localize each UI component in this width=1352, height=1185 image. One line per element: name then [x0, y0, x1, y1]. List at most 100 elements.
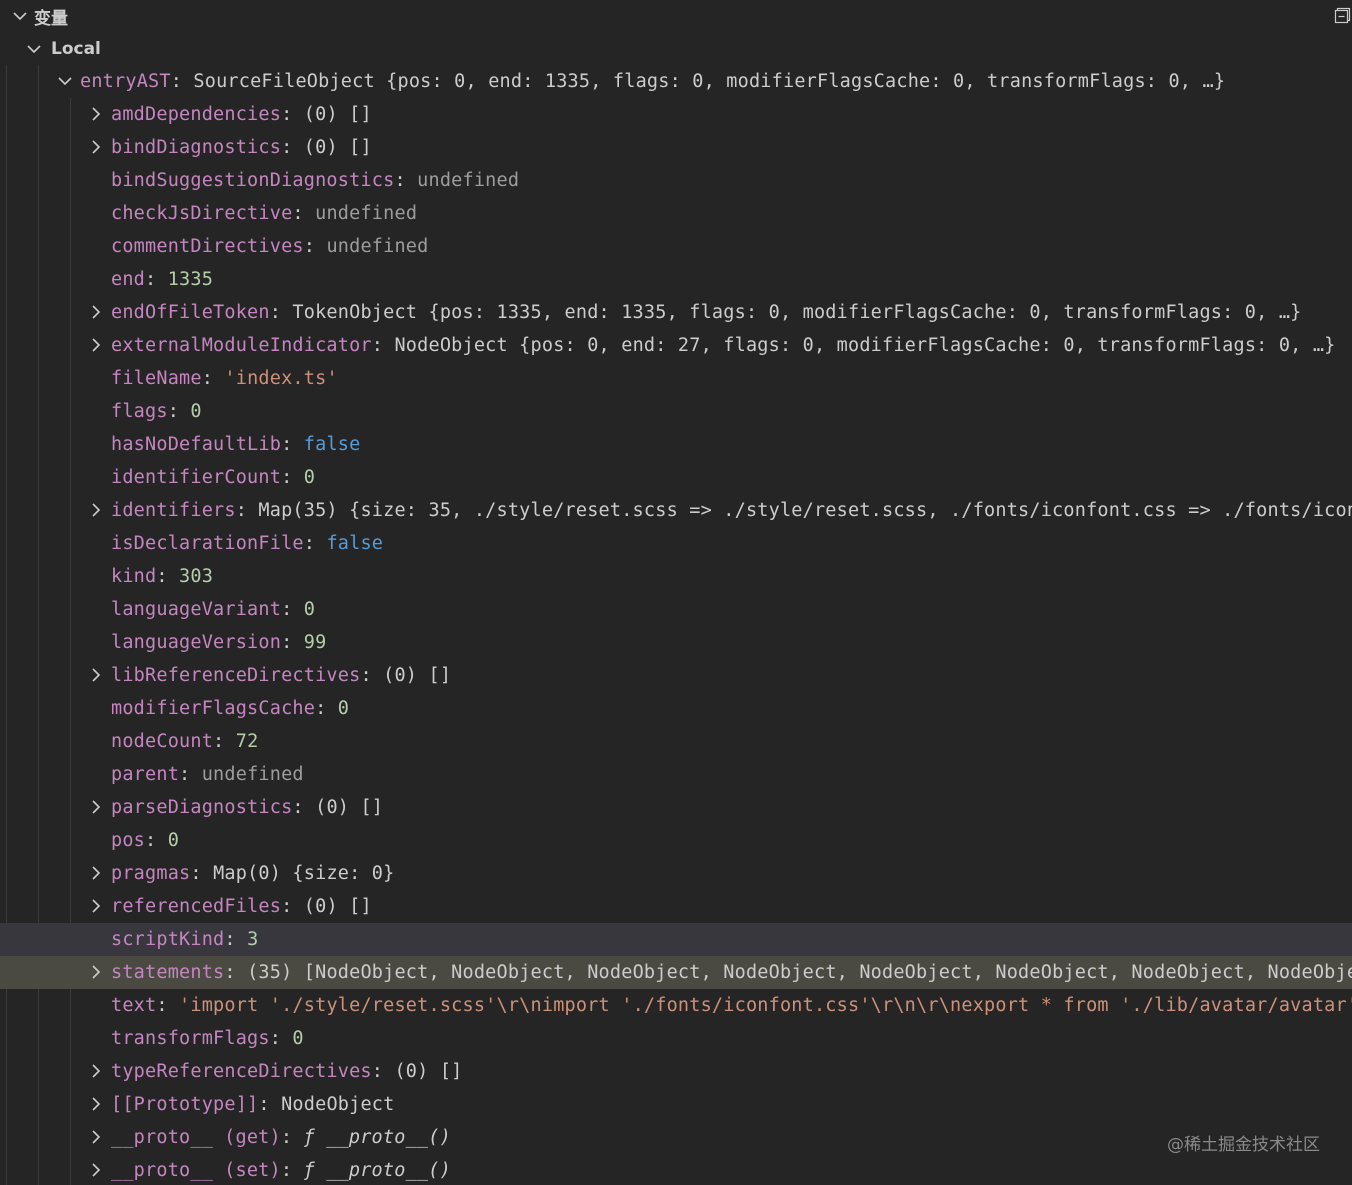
- variables-section-header[interactable]: 变量: [0, 0, 1352, 32]
- variable-name: endOfFileToken: [111, 302, 270, 323]
- tree-row[interactable]: typeReferenceDirectives: (0) []: [0, 1055, 1352, 1088]
- chevron-down-icon[interactable]: [10, 6, 30, 26]
- colon: :: [167, 401, 191, 422]
- variable-value: (0) []: [315, 797, 384, 818]
- chevron-right-icon[interactable]: [86, 665, 106, 685]
- variable-name: fileName: [111, 368, 202, 389]
- chevron-right-icon[interactable]: [86, 896, 106, 916]
- tree-row[interactable]: parseDiagnostics: (0) []: [0, 791, 1352, 824]
- variable-name: checkJsDirective: [111, 203, 293, 224]
- tree-row[interactable]: end: 1335: [0, 263, 1352, 296]
- tree-row[interactable]: commentDirectives: undefined: [0, 230, 1352, 263]
- variable-name: externalModuleIndicator: [111, 335, 372, 356]
- variable-value: (0) []: [303, 104, 372, 125]
- tree-row[interactable]: checkJsDirective: undefined: [0, 197, 1352, 230]
- variable-value: ƒ __proto__(): [303, 1127, 451, 1148]
- tree-row[interactable]: __proto__ (set): ƒ __proto__(): [0, 1154, 1352, 1185]
- tree-row[interactable]: pragmas: Map(0) {size: 0}: [0, 857, 1352, 890]
- variable-name: bindDiagnostics: [111, 137, 282, 158]
- chevron-right-icon[interactable]: [86, 500, 106, 520]
- section-title: 变量: [34, 8, 68, 29]
- chevron-right-icon[interactable]: [86, 1094, 106, 1114]
- colon: :: [315, 698, 338, 719]
- tree-row[interactable]: nodeCount: 72: [0, 725, 1352, 758]
- tree-row[interactable]: referencedFiles: (0) []: [0, 890, 1352, 923]
- tree-row[interactable]: [[Prototype]]: NodeObject: [0, 1088, 1352, 1121]
- variable-value: (0) []: [303, 137, 372, 158]
- tree-row[interactable]: fileName: 'index.ts': [0, 362, 1352, 395]
- tree-row[interactable]: scriptKind: 3: [0, 923, 1352, 956]
- variable-name: transformFlags: [111, 1028, 270, 1049]
- tree-row[interactable]: amdDependencies: (0) []: [0, 98, 1352, 131]
- variable-name: identifiers: [111, 500, 236, 521]
- colon: :: [281, 896, 304, 917]
- collapse-all-icon[interactable]: [1334, 6, 1352, 24]
- tree-row[interactable]: bindSuggestionDiagnostics: undefined: [0, 164, 1352, 197]
- variable-name: commentDirectives: [111, 236, 304, 257]
- chevron-right-icon[interactable]: [86, 335, 106, 355]
- variable-name: modifierFlagsCache: [111, 698, 316, 719]
- variable-name: pos: [111, 830, 146, 851]
- colon: :: [281, 599, 304, 620]
- tree-row[interactable]: parent: undefined: [0, 758, 1352, 791]
- chevron-right-icon[interactable]: [86, 1160, 106, 1180]
- tree-row[interactable]: bindDiagnostics: (0) []: [0, 131, 1352, 164]
- variable-name: flags: [111, 401, 168, 422]
- variable-tree: entryAST: SourceFileObject {pos: 0, end:…: [0, 65, 1352, 1185]
- tree-row[interactable]: identifiers: Map(35) {size: 35, ./style/…: [0, 494, 1352, 527]
- variable-value: 3: [247, 929, 259, 950]
- tree-row[interactable]: pos: 0: [0, 824, 1352, 857]
- chevron-right-icon[interactable]: [86, 797, 106, 817]
- variable-name: hasNoDefaultLib: [111, 434, 282, 455]
- variable-value: undefined: [326, 236, 429, 257]
- tree-row[interactable]: flags: 0: [0, 395, 1352, 428]
- chevron-down-icon[interactable]: [24, 39, 44, 59]
- variable-name: languageVersion: [111, 632, 282, 653]
- variable-value: ƒ __proto__(): [303, 1160, 451, 1181]
- chevron-down-icon[interactable]: [55, 71, 75, 91]
- tree-row[interactable]: transformFlags: 0: [0, 1022, 1352, 1055]
- tree-row[interactable]: libReferenceDirectives: (0) []: [0, 659, 1352, 692]
- colon: :: [224, 929, 248, 950]
- chevron-right-icon[interactable]: [86, 1061, 106, 1081]
- tree-row[interactable]: text: 'import './style/reset.scss'\r\nim…: [0, 989, 1352, 1022]
- tree-row[interactable]: __proto__ (get): ƒ __proto__(): [0, 1121, 1352, 1154]
- variable-name: nodeCount: [111, 731, 214, 752]
- colon: :: [190, 863, 214, 884]
- tree-row[interactable]: languageVersion: 99: [0, 626, 1352, 659]
- tree-row[interactable]: identifierCount: 0: [0, 461, 1352, 494]
- variable-name: end: [111, 269, 146, 290]
- scope-local[interactable]: Local: [6, 32, 1352, 65]
- chevron-right-icon[interactable]: [86, 863, 106, 883]
- variable-value: 1335: [167, 269, 214, 290]
- colon: :: [280, 1160, 304, 1181]
- tree-row[interactable]: languageVariant: 0: [0, 593, 1352, 626]
- variable-value: NodeObject {pos: 0, end: 27, flags: 0, m…: [394, 335, 1336, 356]
- colon: :: [156, 995, 180, 1016]
- tree-row[interactable]: isDeclarationFile: false: [0, 527, 1352, 560]
- variable-name: identifierCount: [111, 467, 282, 488]
- tree-row[interactable]: endOfFileToken: TokenObject {pos: 1335, …: [0, 296, 1352, 329]
- tree-row[interactable]: modifierFlagsCache: 0: [0, 692, 1352, 725]
- chevron-right-icon[interactable]: [86, 1127, 106, 1147]
- scope-label: Local: [51, 38, 101, 59]
- colon: :: [235, 500, 259, 521]
- tree-row[interactable]: hasNoDefaultLib: false: [0, 428, 1352, 461]
- colon: :: [224, 962, 248, 983]
- variable-name: pragmas: [111, 863, 191, 884]
- tree-row-entryAST[interactable]: entryAST: SourceFileObject {pos: 0, end:…: [0, 65, 1352, 98]
- chevron-right-icon[interactable]: [86, 137, 106, 157]
- variable-name: amdDependencies: [111, 104, 282, 125]
- colon: :: [145, 830, 168, 851]
- chevron-right-icon[interactable]: [86, 104, 106, 124]
- colon: :: [303, 236, 327, 257]
- tree-row[interactable]: kind: 303: [0, 560, 1352, 593]
- variable-value: false: [303, 434, 361, 455]
- colon: :: [281, 434, 304, 455]
- variable-value: 99: [303, 632, 327, 653]
- tree-row[interactable]: statements: (35) [NodeObject, NodeObject…: [0, 956, 1352, 989]
- chevron-right-icon[interactable]: [86, 302, 106, 322]
- variable-name: kind: [111, 566, 157, 587]
- tree-row[interactable]: externalModuleIndicator: NodeObject {pos…: [0, 329, 1352, 362]
- chevron-right-icon[interactable]: [86, 962, 106, 982]
